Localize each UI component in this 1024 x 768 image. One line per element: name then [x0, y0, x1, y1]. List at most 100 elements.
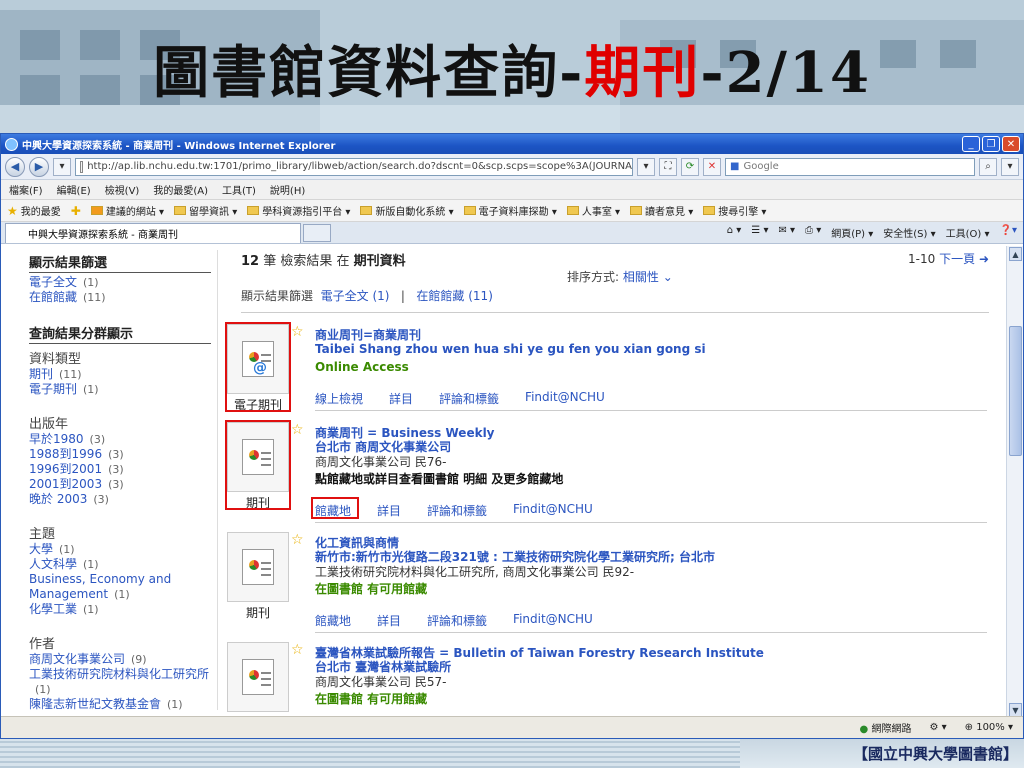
- status-bar: ● 網際網路 ⚙ ▾ ⊕ 100% ▾: [1, 716, 1023, 738]
- findit-link[interactable]: Findit@NCHU: [525, 390, 605, 407]
- filter-holdings-link[interactable]: 在館館藏 (11): [416, 289, 492, 303]
- fav-item-suggested[interactable]: 建議的網站 ▾: [90, 203, 164, 218]
- details-link[interactable]: 詳目: [389, 390, 413, 407]
- tab-bar: 中興大學資源探索系統 - 商業周刊 ⌂ ▾ ☰ ▾ ✉ ▾ ⎙ ▾ 網頁(P) …: [1, 222, 1023, 244]
- scroll-thumb[interactable]: [1009, 326, 1022, 456]
- vertical-scrollbar[interactable]: ▲ ▼: [1006, 246, 1023, 718]
- facet-cluster-title: 查詢結果分群顯示: [29, 323, 211, 344]
- findit-link[interactable]: Findit@NCHU: [513, 502, 593, 519]
- facet-link[interactable]: 電子期刊: [29, 382, 77, 396]
- favorite-star-icon[interactable]: ☆: [291, 422, 304, 438]
- fav-item-search-engines[interactable]: 搜尋引擎 ▾: [703, 203, 766, 218]
- next-page-link[interactable]: 下一頁: [939, 252, 975, 266]
- menu-tools[interactable]: 工具(T): [222, 182, 256, 197]
- reviews-tags-link[interactable]: 評論和標籤: [439, 390, 499, 407]
- protected-mode-icon[interactable]: ⚙ ▾: [929, 722, 946, 733]
- back-button[interactable]: ◀: [5, 156, 25, 177]
- chevron-down-icon[interactable]: ⌄: [663, 270, 673, 284]
- facet-link[interactable]: 人文科學: [29, 557, 77, 571]
- facet-link[interactable]: 陳隆志新世紀文教基金會: [29, 697, 161, 711]
- next-arrow-icon[interactable]: ➜: [979, 252, 989, 266]
- fav-item-personnel[interactable]: 人事室 ▾: [566, 203, 621, 218]
- view-online-link[interactable]: 線上檢視: [315, 390, 363, 407]
- history-dropdown-icon[interactable]: ▾: [53, 157, 71, 176]
- search-icon[interactable]: ⌕: [979, 157, 997, 176]
- facet-link[interactable]: 早於1980: [29, 432, 84, 446]
- result-title-link[interactable]: 商业周刊=商業周刊: [315, 326, 421, 343]
- address-bar: ◀ ▶ ▾ http://ap.lib.nchu.edu.tw:1701/pri…: [1, 154, 1023, 180]
- facet-link[interactable]: 1988到1996: [29, 447, 102, 461]
- sort-select[interactable]: 相關性: [623, 270, 659, 284]
- fav-item-new-system[interactable]: 新版自動化系統 ▾: [360, 203, 454, 218]
- print-icon[interactable]: ⎙ ▾: [805, 225, 821, 240]
- fav-item-subject-guide[interactable]: 學科資源指引平台 ▾: [247, 203, 350, 218]
- facet-count: (1): [83, 603, 99, 616]
- scroll-down-icon[interactable]: ▼: [1009, 703, 1022, 717]
- facet-link[interactable]: 2001到2003: [29, 477, 102, 491]
- folder-icon: [630, 206, 643, 215]
- safety-menu[interactable]: 安全性(S) ▾: [883, 225, 935, 240]
- facet-link[interactable]: 期刊: [29, 367, 53, 381]
- menu-edit[interactable]: 編輯(E): [57, 182, 91, 197]
- search-input[interactable]: ■ Google: [725, 157, 975, 176]
- sort-control: 排序方式: 相關性 ⌄: [567, 268, 673, 285]
- tab-active[interactable]: 中興大學資源探索系統 - 商業周刊: [5, 222, 301, 243]
- facet-link[interactable]: Business, Economy and Management: [29, 572, 171, 601]
- url-input[interactable]: http://ap.lib.nchu.edu.tw:1701/primo_lib…: [75, 157, 633, 176]
- scroll-up-icon[interactable]: ▲: [1009, 247, 1022, 261]
- compat-icon[interactable]: ⛶: [659, 157, 677, 176]
- result-thumbnail[interactable]: [227, 642, 289, 712]
- favorites-button[interactable]: ★ 我的最愛: [7, 203, 61, 219]
- details-link[interactable]: 詳目: [377, 612, 401, 629]
- facet-count: (1): [59, 543, 75, 556]
- minimize-button[interactable]: _: [962, 136, 980, 152]
- page-menu[interactable]: 網頁(P) ▾: [831, 225, 873, 240]
- window-titlebar: 中興大學資源探索系統 - 商業周刊 - Windows Internet Exp…: [1, 134, 1023, 154]
- filter-fulltext-link[interactable]: 電子全文 (1): [321, 289, 390, 303]
- feeds-icon[interactable]: ☰ ▾: [751, 225, 768, 240]
- menu-view[interactable]: 檢視(V): [105, 182, 140, 197]
- forward-button[interactable]: ▶: [29, 156, 49, 177]
- zoom-control[interactable]: ⊕ 100% ▾: [965, 722, 1013, 733]
- fav-label: 人事室 ▾: [581, 207, 621, 218]
- menu-help[interactable]: 說明(H): [270, 182, 305, 197]
- facet-link[interactable]: 商周文化事業公司: [29, 652, 125, 666]
- menu-favorites[interactable]: 我的最愛(A): [153, 182, 208, 197]
- maximize-button[interactable]: ❐: [982, 136, 1000, 152]
- result-thumbnail[interactable]: [227, 532, 289, 602]
- availability-status: 在圖書館 有可用館藏: [315, 582, 428, 596]
- stop-icon[interactable]: ✕: [703, 157, 721, 176]
- facet-link[interactable]: 晚於 2003: [29, 492, 87, 506]
- fav-item-study-abroad[interactable]: 留學資訊 ▾: [174, 203, 237, 218]
- fav-label: 電子資料庫探勘 ▾: [478, 207, 557, 218]
- favorite-star-icon[interactable]: ☆: [291, 324, 304, 340]
- close-button[interactable]: ✕: [1002, 136, 1020, 152]
- facet-link[interactable]: 化學工業: [29, 602, 77, 616]
- facet-link[interactable]: 大學: [29, 542, 53, 556]
- reviews-tags-link[interactable]: 評論和標籤: [427, 612, 487, 629]
- facet-fulltext-link[interactable]: 電子全文: [29, 275, 77, 289]
- findit-link[interactable]: Findit@NCHU: [513, 612, 593, 629]
- reviews-tags-link[interactable]: 評論和標籤: [427, 502, 487, 519]
- new-tab-button[interactable]: [303, 223, 331, 242]
- favorite-star-icon[interactable]: ☆: [291, 532, 304, 548]
- menu-file[interactable]: 檔案(F): [9, 182, 43, 197]
- search-options-icon[interactable]: ▾: [1001, 157, 1019, 176]
- facet-holdings-link[interactable]: 在館館藏: [29, 290, 77, 304]
- details-link[interactable]: 詳目: [377, 502, 401, 519]
- add-favorite-button[interactable]: ✚: [71, 204, 81, 218]
- facet-link[interactable]: 1996到2001: [29, 462, 102, 476]
- help-icon[interactable]: ❓▾: [1000, 225, 1017, 240]
- favorite-star-icon[interactable]: ☆: [291, 642, 304, 658]
- location-link[interactable]: 館藏地: [315, 612, 351, 629]
- url-dropdown-icon[interactable]: ▾: [637, 157, 655, 176]
- fav-item-databases[interactable]: 電子資料庫探勘 ▾: [463, 203, 557, 218]
- ie-icon: [5, 137, 18, 151]
- facet-count: (9): [131, 653, 147, 666]
- home-icon[interactable]: ⌂ ▾: [727, 225, 742, 240]
- tools-menu[interactable]: 工具(O) ▾: [946, 225, 990, 240]
- refresh-icon[interactable]: ⟳: [681, 157, 699, 176]
- mail-icon[interactable]: ✉ ▾: [778, 225, 795, 240]
- facet-link[interactable]: 工業技術研究院材料與化工研究所: [29, 667, 209, 681]
- fav-item-feedback[interactable]: 讀者意見 ▾: [630, 203, 693, 218]
